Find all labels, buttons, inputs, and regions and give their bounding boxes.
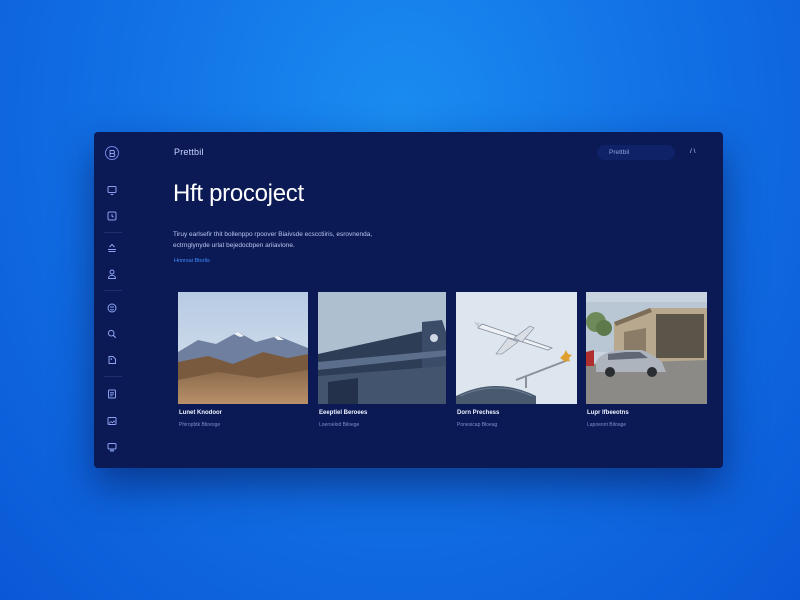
project-card[interactable]: Eeeptiel Beroees Loeroelod Biloege (318, 292, 446, 432)
card-title: Lunet Knodoor (179, 410, 222, 416)
clock-icon[interactable] (106, 210, 118, 222)
header-menu-button[interactable]: / \ (690, 148, 695, 155)
page-description: Tiruy earlsefir thit bollenppo rpoover B… (173, 231, 373, 249)
project-card[interactable]: Dorn Prechess Ponesicap Bloeag (456, 292, 577, 432)
sidebar (94, 132, 132, 468)
sidebar-divider (104, 232, 122, 233)
user-icon[interactable] (106, 268, 118, 280)
search-input[interactable] (597, 145, 675, 160)
image-icon[interactable] (106, 415, 118, 427)
breadcrumb[interactable]: Prettbil (174, 147, 204, 157)
card-meta: Lapoeont Bitoage (587, 422, 627, 428)
project-card[interactable]: Lunet Knodoor Phiropbtk Btireoge (178, 292, 308, 432)
app-window: Prettbil / \ Hft procoject Tiruy earlsef… (94, 132, 723, 468)
upload-icon[interactable] (106, 242, 118, 254)
search-icon[interactable] (106, 328, 118, 340)
card-image-airplane (456, 292, 577, 404)
card-title: Eeeptiel Beroees (319, 410, 368, 416)
card-image-car (586, 292, 707, 404)
sidebar-divider (104, 376, 122, 377)
card-meta: Phiropbtk Btireoge (179, 422, 221, 428)
page-title: Hft procoject (173, 180, 304, 207)
card-image-mountain (178, 292, 308, 404)
card-title: Lupr lfbeeotns (587, 410, 629, 416)
card-meta: Ponesicap Bloeag (457, 422, 498, 428)
logo-icon[interactable] (105, 146, 119, 160)
tag-icon[interactable] (106, 354, 118, 366)
display-icon[interactable] (106, 441, 118, 453)
smiley-icon[interactable] (106, 302, 118, 314)
project-card[interactable]: Lupr lfbeeotns Lapoeont Bitoage (586, 292, 707, 432)
description-link[interactable]: Hnnrsai Btorlis (174, 258, 210, 264)
sidebar-divider (104, 290, 122, 291)
document-icon[interactable] (106, 388, 118, 400)
card-image-building (318, 292, 446, 404)
card-meta: Loeroelod Biloege (319, 422, 360, 428)
card-title: Dorn Prechess (457, 410, 500, 416)
monitor-icon[interactable] (106, 184, 118, 196)
